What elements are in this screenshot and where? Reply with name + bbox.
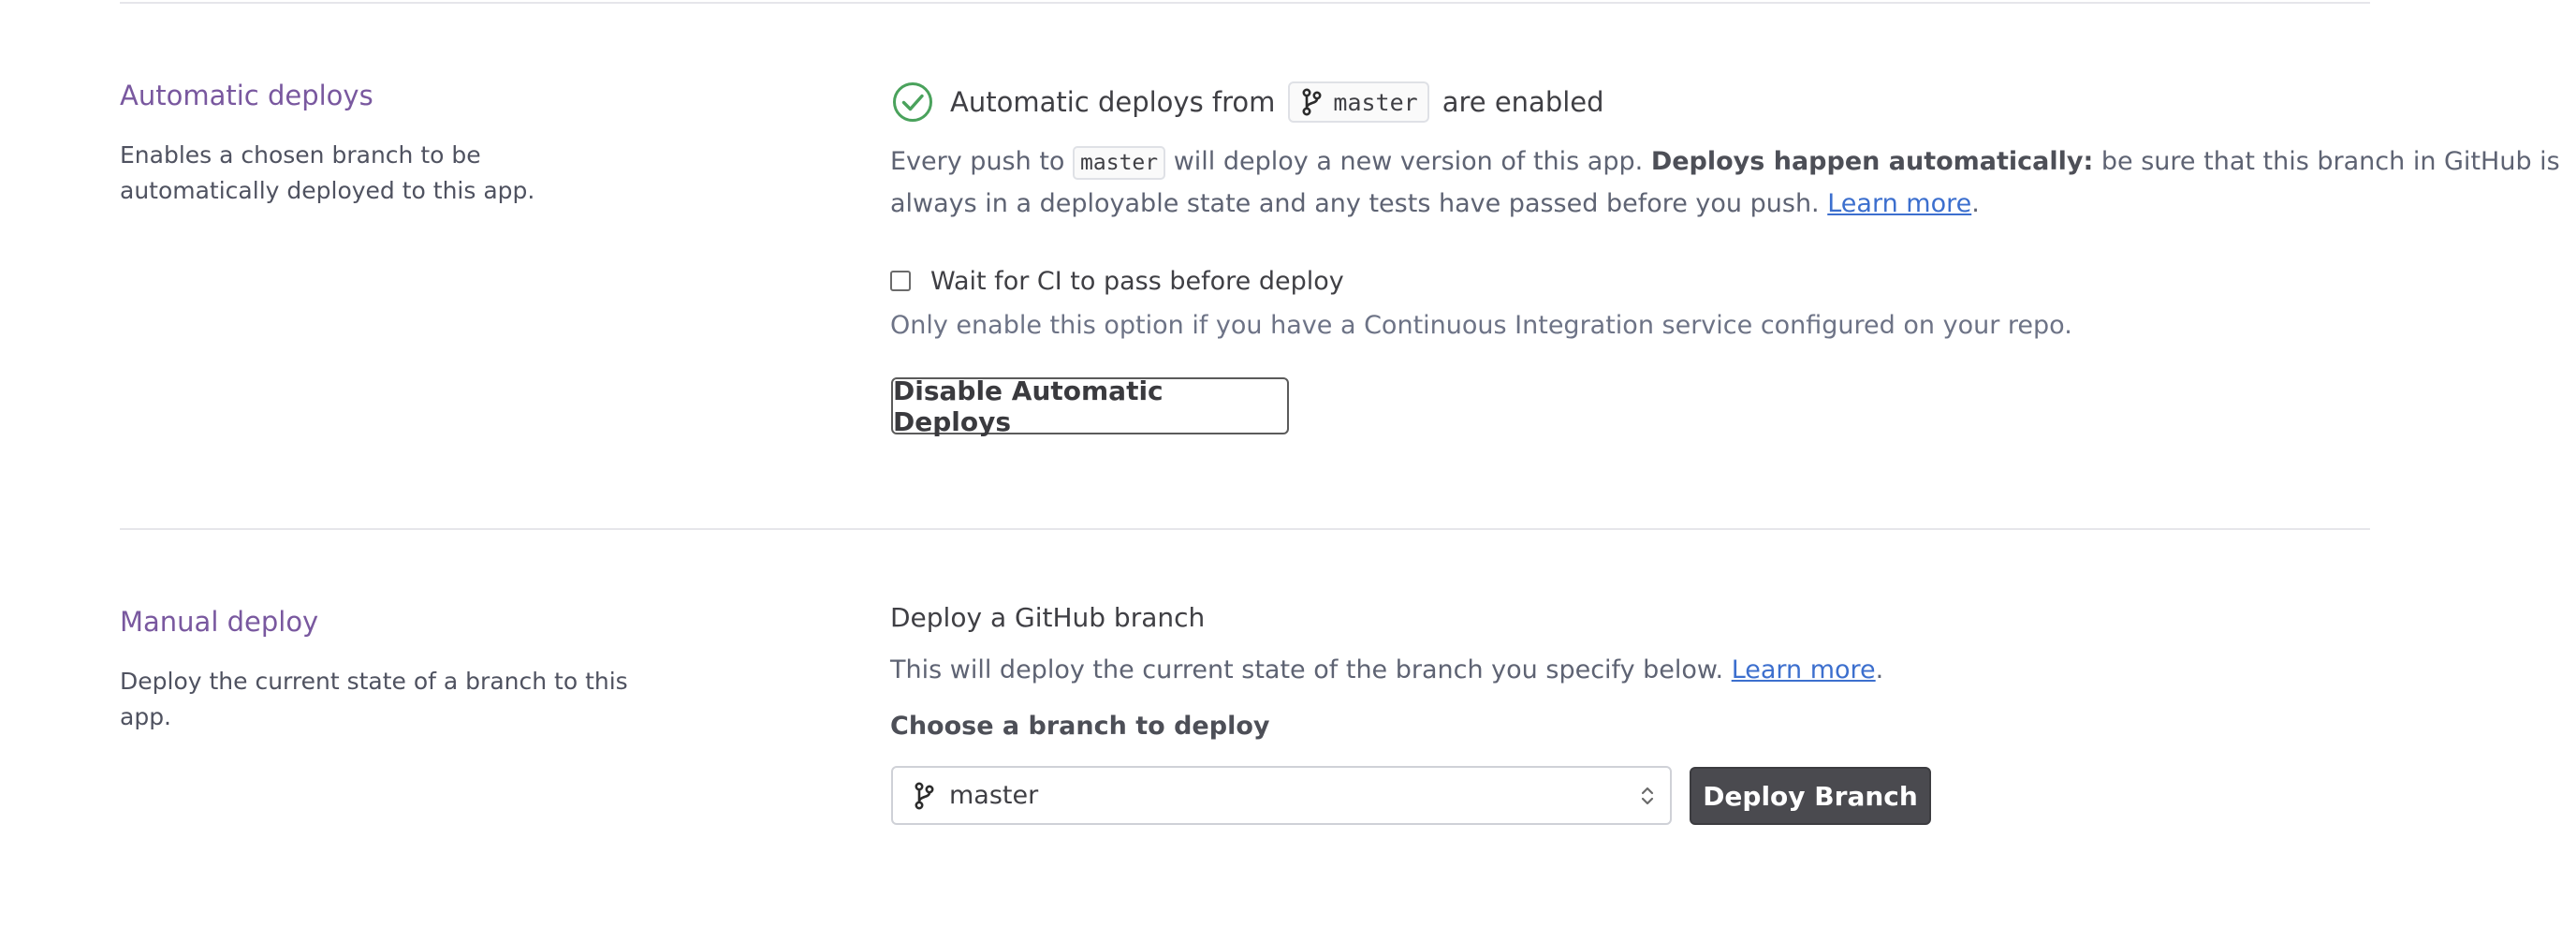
explainer-bold: Deploys happen automatically:: [1650, 147, 2094, 176]
status-branch-badge: master: [1288, 81, 1429, 123]
git-branch-icon: [1301, 88, 1322, 116]
auto-deploy-explainer-line-2: always in a deployable state and any tes…: [890, 183, 1980, 225]
manual-explainer-period: .: [1875, 655, 1884, 684]
git-branch-icon: [914, 781, 934, 810]
manual-explainer-text: This will deploy the current state of th…: [890, 655, 1724, 684]
choose-branch-label: Choose a branch to deploy: [890, 712, 1270, 741]
deploy-branch-button[interactable]: Deploy Branch: [1690, 767, 1931, 825]
explainer-prefix: Every push to: [890, 147, 1065, 176]
deploy-settings-page: Automatic deploys Enables a chosen branc…: [0, 0, 2576, 927]
deploy-github-branch-heading: Deploy a GitHub branch: [890, 602, 1206, 633]
explainer-period: .: [1971, 189, 1980, 218]
disable-automatic-deploys-button[interactable]: Disable Automatic Deploys: [891, 375, 1289, 437]
automatic-deploys-description: Enables a chosen branch to be automatica…: [120, 141, 535, 204]
status-prefix: Automatic deploys from: [950, 86, 1276, 118]
explainer-branch-code: master: [1073, 146, 1166, 180]
chevron-up-down-icon: [1640, 784, 1655, 815]
explainer-rest-2: always in a deployable state and any tes…: [890, 189, 1820, 218]
automatic-deploys-title: Automatic deploys: [120, 80, 373, 111]
explainer-rest-1: be sure that this branch in GitHub is: [2100, 147, 2560, 176]
branch-select[interactable]: master: [891, 766, 1672, 825]
explainer-mid: will deploy a new version of this app.: [1173, 147, 1644, 176]
wait-for-ci-checkbox[interactable]: [890, 271, 911, 291]
manual-deploy-title: Manual deploy: [120, 606, 319, 638]
status-branch-name: master: [1333, 88, 1418, 116]
wait-for-ci-hint: Only enable this option if you have a Co…: [890, 311, 2072, 340]
selected-branch-value: master: [949, 781, 1039, 810]
manual-deploy-description: Deploy the current state of a branch to …: [120, 668, 628, 730]
status-suffix: are enabled: [1442, 86, 1604, 118]
top-divider: [120, 2, 2370, 4]
manual-deploy-learn-more-link[interactable]: Learn more: [1732, 655, 1876, 684]
section-divider: [120, 528, 2370, 530]
check-circle-icon: [892, 81, 933, 123]
wait-for-ci-label[interactable]: Wait for CI to pass before deploy: [930, 267, 1344, 296]
manual-deploy-explainer: This will deploy the current state of th…: [890, 655, 1883, 684]
auto-deploy-status: Automatic deploys from master are enable…: [892, 79, 1604, 125]
auto-deploy-explainer-line-1: Every push to master will deploy a new v…: [890, 140, 2560, 183]
auto-deploy-learn-more-link[interactable]: Learn more: [1827, 189, 1971, 218]
